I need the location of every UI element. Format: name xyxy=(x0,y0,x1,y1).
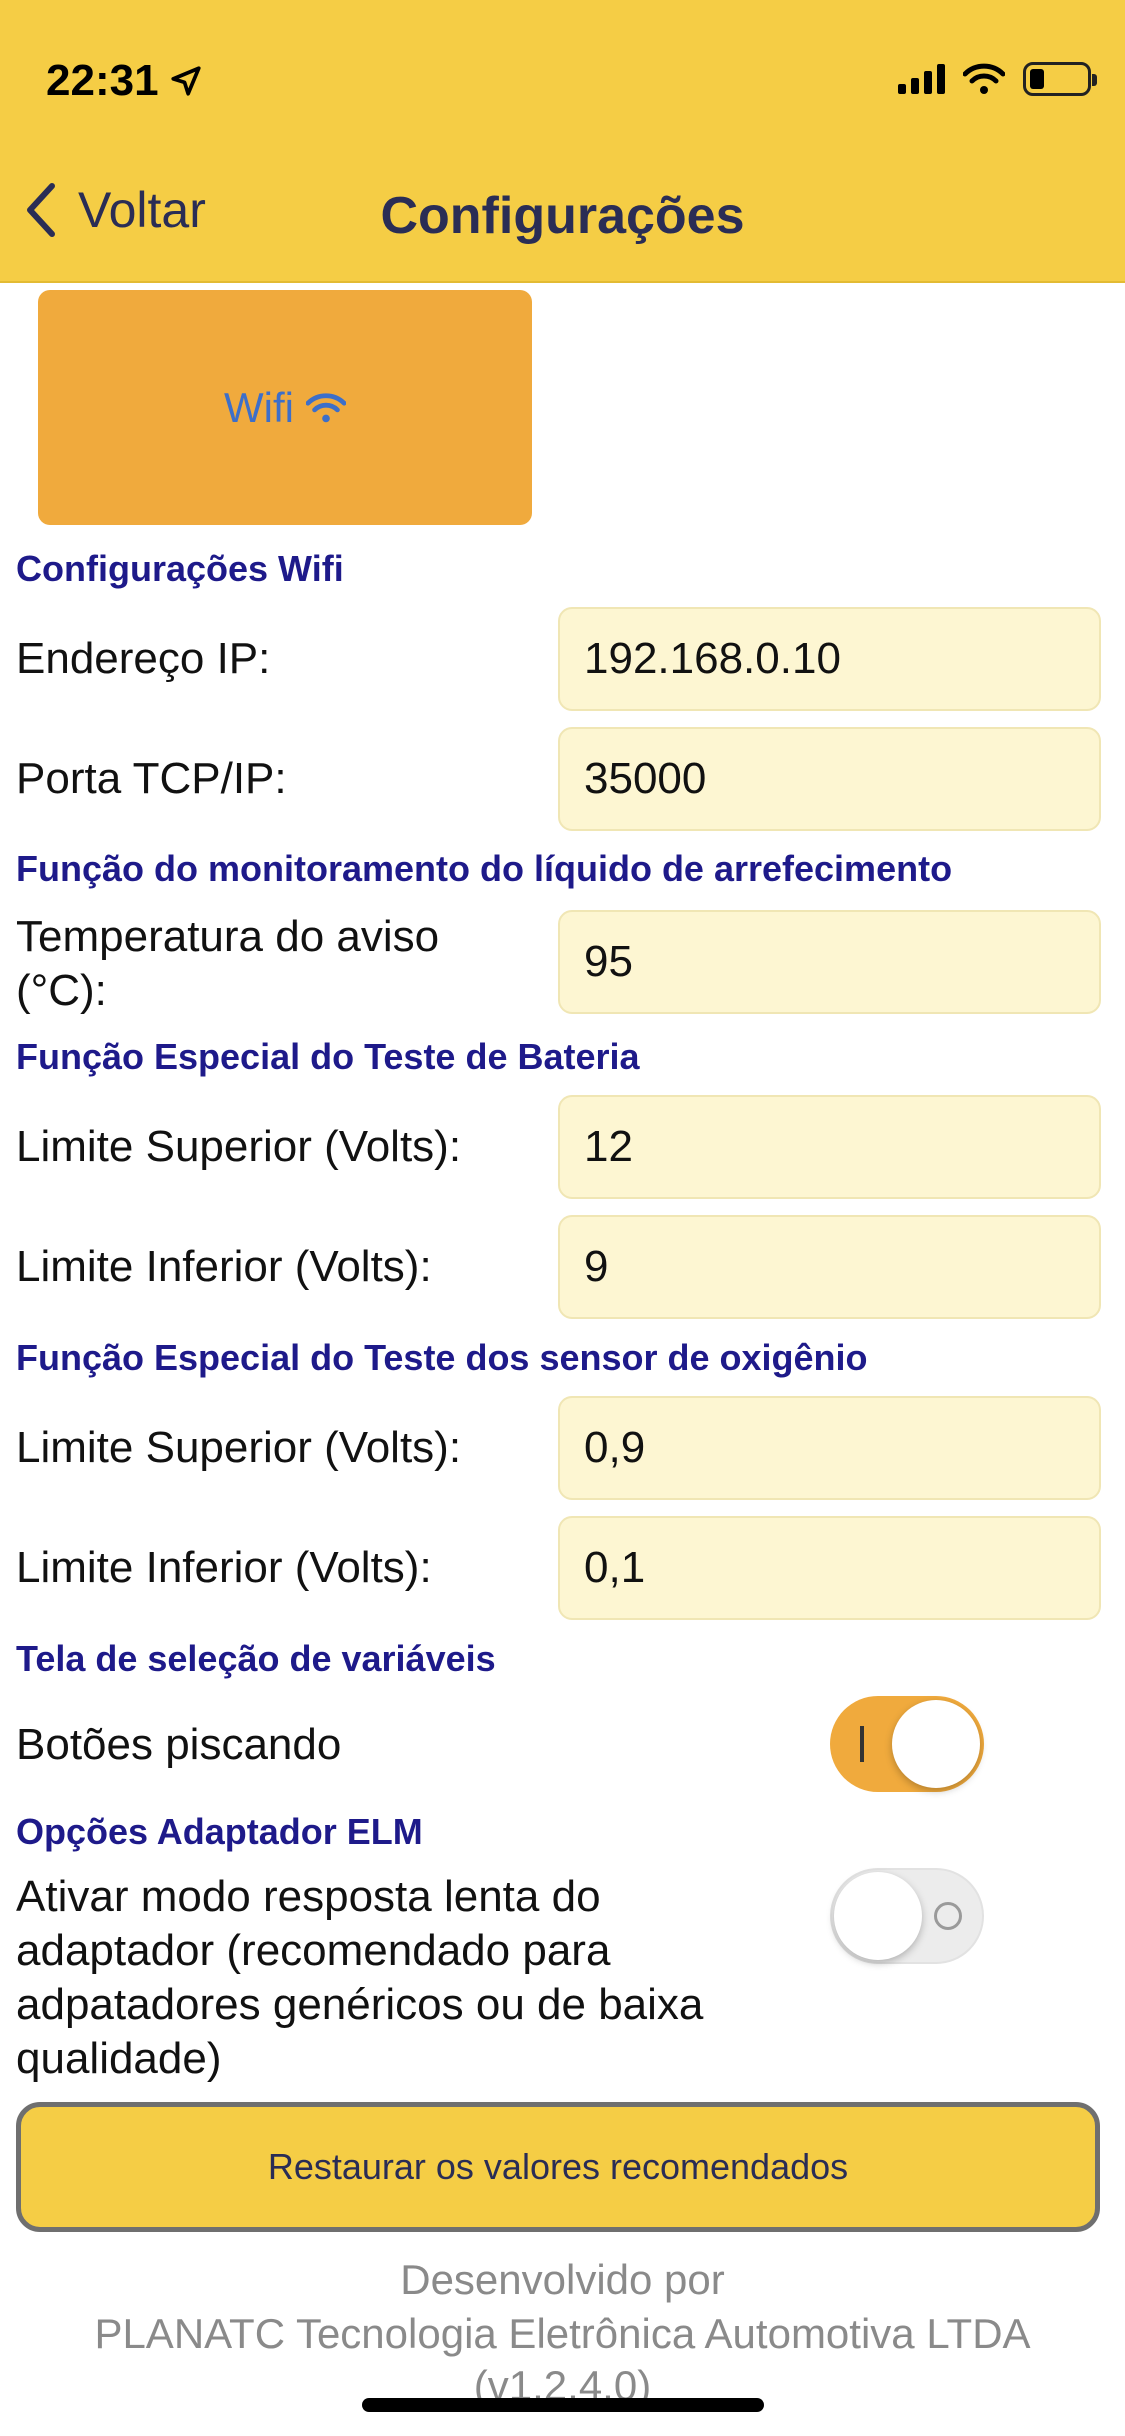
battery-upper-limit-label: Limite Superior (Volts): xyxy=(16,1122,462,1171)
warning-temperature-input[interactable] xyxy=(558,910,1101,1014)
battery-lower-limit-input[interactable] xyxy=(558,1215,1101,1319)
tcp-port-label: Porta TCP/IP: xyxy=(16,754,287,803)
wifi-icon xyxy=(305,392,346,422)
battery-upper-limit-input[interactable] xyxy=(558,1095,1101,1199)
section-title-wifi: Configurações Wifi xyxy=(16,548,344,589)
toggle-knob xyxy=(892,1700,980,1788)
footer-developed-by: Desenvolvido por xyxy=(400,2256,725,2303)
restore-defaults-label: Restaurar os valores recomendados xyxy=(267,2146,849,2187)
toggle-knob xyxy=(834,1872,922,1960)
blinking-buttons-toggle[interactable] xyxy=(830,1696,984,1792)
status-time-group: 22:31 xyxy=(46,56,203,106)
toggle-off-mark-icon xyxy=(934,1902,962,1930)
status-icons xyxy=(898,62,1097,96)
section-title-oxygen: Função Especial do Teste dos sensor de o… xyxy=(16,1337,868,1378)
slow-response-mode-label-line1: Ativar modo resposta lenta do xyxy=(16,1872,601,1921)
page-title: Configurações xyxy=(380,187,745,245)
footer-company: PLANATC Tecnologia Eletrônica Automotiva… xyxy=(94,2310,1031,2357)
tcp-port-input[interactable] xyxy=(558,727,1101,831)
home-indicator[interactable] xyxy=(362,2398,764,2412)
slow-response-mode-label-line2: adaptador (recomendado para xyxy=(16,1926,611,1975)
oxygen-upper-limit-label: Limite Superior (Volts): xyxy=(16,1423,462,1472)
slow-response-mode-label-line4: qualidade) xyxy=(16,2034,222,2083)
signal-icon xyxy=(898,64,945,94)
restore-defaults-button[interactable]: Restaurar os valores recomendados xyxy=(16,2102,1100,2232)
slow-response-mode-label: Ativar modo resposta lenta do adaptador … xyxy=(16,1870,703,2086)
blinking-buttons-label: Botões piscando xyxy=(16,1720,342,1769)
slow-response-mode-label-line3: adpatadores genéricos ou de baixa xyxy=(16,1980,704,2029)
ip-address-input[interactable] xyxy=(558,607,1101,711)
section-title-elm: Opções Adaptador ELM xyxy=(16,1811,423,1852)
warning-temperature-label: Temperatura do aviso (°C): xyxy=(16,910,439,1018)
toggle-on-mark-icon xyxy=(860,1726,864,1762)
battery-lower-limit-label: Limite Inferior (Volts): xyxy=(16,1242,432,1291)
wifi-mode-button[interactable]: Wifi xyxy=(38,290,532,525)
section-title-coolant: Função do monitoramento do líquido de ar… xyxy=(16,848,953,889)
oxygen-upper-limit-input[interactable] xyxy=(558,1396,1101,1500)
battery-icon xyxy=(1023,62,1097,96)
navigation-header: 22:31 Voltar Configurações xyxy=(0,0,1125,283)
status-time: 22:31 xyxy=(46,56,159,105)
oxygen-lower-limit-label: Limite Inferior (Volts): xyxy=(16,1543,432,1592)
warning-temperature-label-line2: (°C): xyxy=(16,966,107,1015)
section-title-battery: Função Especial do Teste de Bateria xyxy=(16,1036,640,1077)
oxygen-lower-limit-input[interactable] xyxy=(558,1516,1101,1620)
ip-address-label: Endereço IP: xyxy=(16,634,271,683)
wifi-icon xyxy=(963,63,1005,94)
slow-response-mode-toggle[interactable] xyxy=(830,1868,984,1964)
section-title-variables: Tela de seleção de variáveis xyxy=(16,1638,496,1679)
warning-temperature-label-line1: Temperatura do aviso xyxy=(16,912,440,961)
wifi-mode-label: Wifi xyxy=(224,383,294,431)
location-arrow-icon xyxy=(170,66,201,96)
